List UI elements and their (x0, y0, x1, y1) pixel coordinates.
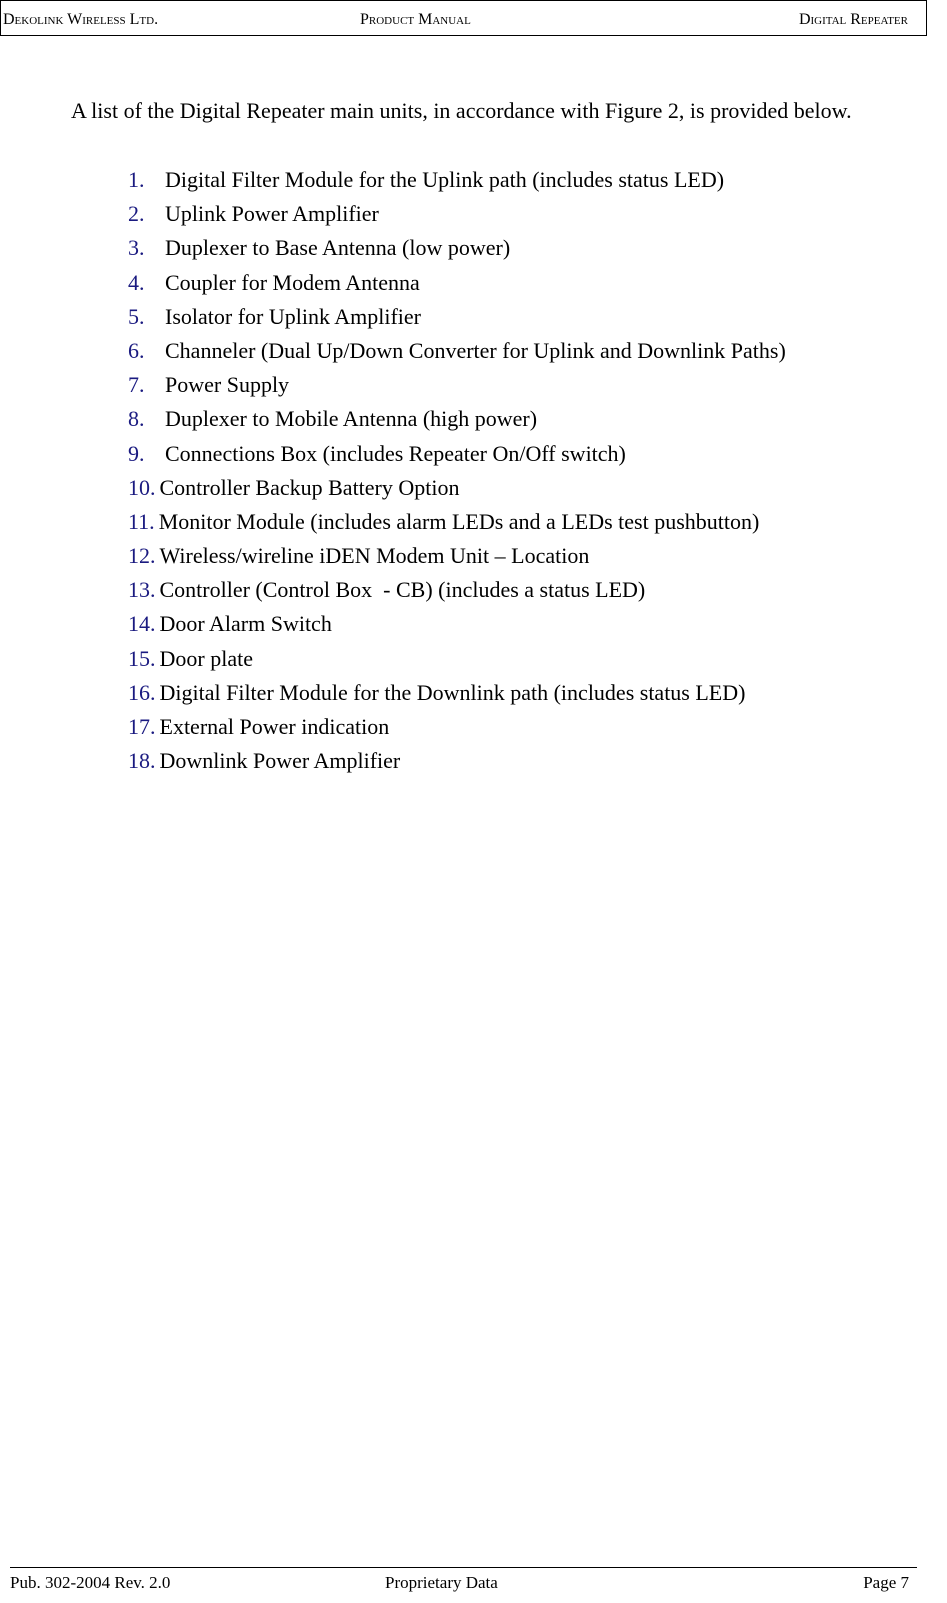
item-number: 14. (128, 611, 156, 637)
item-number: 17. (128, 714, 156, 739)
item-number: 12. (128, 543, 156, 569)
item-number: 8. (128, 406, 145, 432)
item-text: Controller Backup Battery Option (159, 474, 460, 500)
item-text: Monitor Module (includes alarm LEDs and … (158, 508, 760, 534)
item-text: Controller (Control Box - CB) (includes … (159, 577, 646, 603)
header-product: Digital Repeater (798, 11, 908, 28)
list-item: 6. Channeler (Dual Up/Down Converter for … (128, 336, 786, 370)
item-text: Connections Box (includes Repeater On/Of… (165, 440, 626, 466)
item-text: Door plate (159, 645, 253, 671)
item-number: 11. (128, 508, 155, 534)
item-text: Channeler (Dual Up/Down Converter for Up… (165, 337, 786, 363)
item-number: 10. (128, 474, 156, 500)
item-number: 13. (128, 577, 156, 603)
list-item: 9. Connections Box (includes Repeater On/… (128, 439, 786, 473)
list-item: 15. Door plate (128, 644, 786, 678)
item-text: Downlink Power Amplifier (159, 748, 401, 774)
footer-page-number: Page 7 (863, 1573, 909, 1592)
item-number: 4. (128, 269, 145, 295)
page-header: Dekolink Wireless Ltd. Product Manual Di… (0, 0, 927, 36)
item-number: 1. (128, 167, 145, 192)
item-number: 6. (128, 337, 145, 363)
item-text: Duplexer to Mobile Antenna (high power) (165, 406, 538, 432)
list-item: 16. Digital Filter Module for the Downlin… (128, 678, 786, 712)
footer-divider (10, 1567, 917, 1568)
list-item: 5. Isolator for Uplink Amplifier (128, 302, 786, 336)
list-item: 7. Power Supply (128, 370, 786, 404)
list-item: 4. Coupler for Modem Antenna (128, 268, 786, 302)
list-item: 14. Door Alarm Switch (128, 609, 786, 643)
item-text: Power Supply (165, 372, 290, 398)
list-item: 17. External Power indication (128, 712, 786, 746)
item-number: 2. (128, 201, 145, 227)
item-number: 5. (128, 303, 145, 329)
header-document-type: Product Manual (360, 11, 471, 28)
item-text: Wireless/wireline iDEN Modem Unit – Loca… (159, 543, 590, 569)
item-text: Duplexer to Base Antenna (low power) (165, 235, 511, 261)
item-text: Digital Filter Module for the Uplink pat… (165, 167, 725, 192)
main-units-list: 1. Digital Filter Module for the Uplink p… (128, 165, 786, 780)
list-item: 10. Controller Backup Battery Option (128, 473, 786, 507)
footer-publication: Pub. 302-2004 Rev. 2.0 (10, 1573, 171, 1592)
list-item: 12. Wireless/wireline iDEN Modem Unit – L… (128, 541, 786, 575)
intro-paragraph: A list of the Digital Repeater main unit… (71, 98, 852, 123)
item-text: Coupler for Modem Antenna (165, 269, 420, 295)
item-text: Door Alarm Switch (159, 611, 332, 637)
header-company: Dekolink Wireless Ltd. (3, 11, 159, 28)
list-item: 3. Duplexer to Base Antenna (low power) (128, 233, 786, 267)
item-text: Isolator for Uplink Amplifier (165, 303, 422, 329)
list-item: 13. Controller (Control Box - CB) (includ… (128, 575, 786, 609)
item-text: Digital Filter Module for the Downlink p… (159, 679, 746, 705)
list-item: 1. Digital Filter Module for the Uplink p… (128, 165, 786, 199)
item-text: Uplink Power Amplifier (165, 201, 379, 227)
item-number: 7. (128, 372, 145, 398)
item-number: 3. (128, 235, 145, 261)
item-number: 15. (128, 645, 156, 671)
item-number: 18. (128, 748, 156, 774)
list-item: 18. Downlink Power Amplifier (128, 746, 786, 780)
item-number: 9. (128, 440, 145, 466)
item-number: 16. (128, 679, 156, 705)
footer-classification: Proprietary Data (385, 1573, 498, 1592)
list-item: 2. Uplink Power Amplifier (128, 199, 786, 233)
list-item: 11. Monitor Module (includes alarm LEDs a… (128, 507, 786, 541)
list-item: 8. Duplexer to Mobile Antenna (high power… (128, 404, 786, 438)
item-text: External Power indication (159, 714, 390, 739)
